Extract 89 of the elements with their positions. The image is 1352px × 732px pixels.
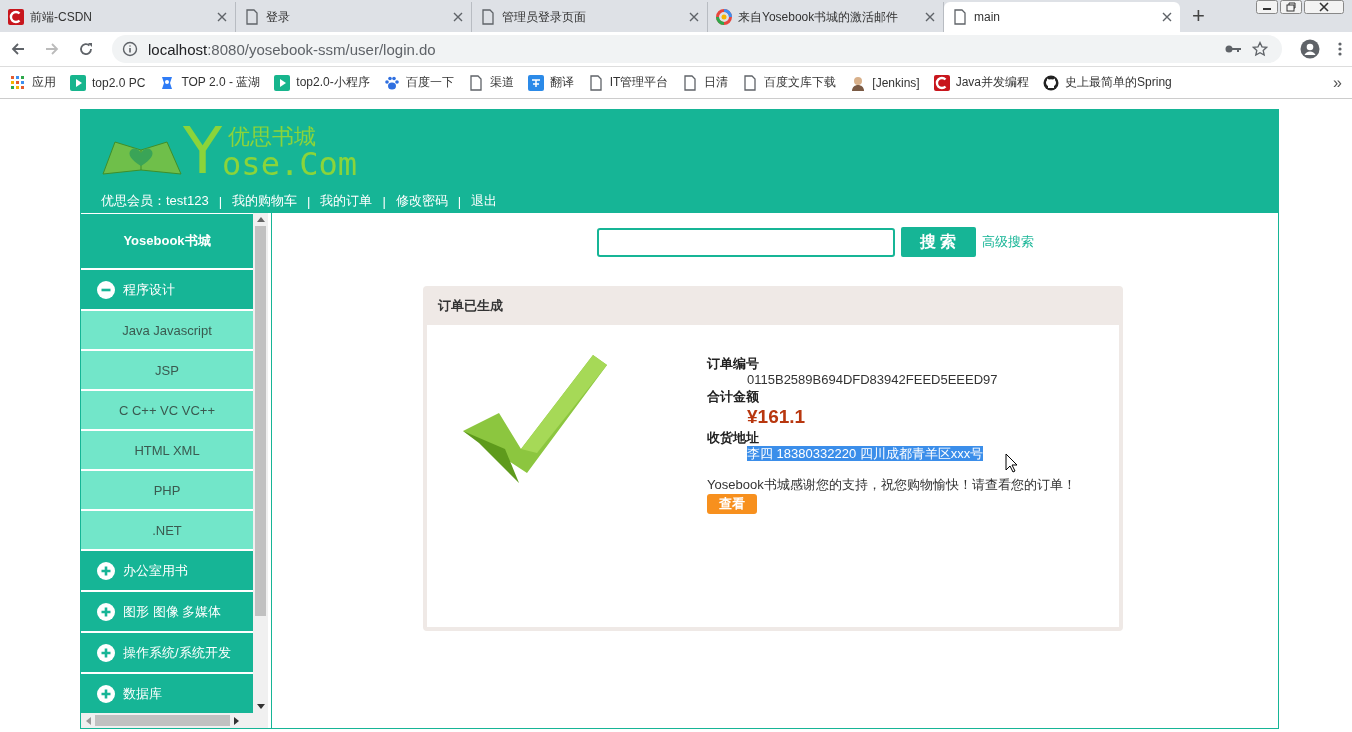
- play-icon: [70, 74, 86, 91]
- close-icon: [217, 12, 227, 22]
- plus-circle-icon: [97, 602, 115, 621]
- person-icon: [850, 74, 867, 91]
- menu-icon: [1338, 41, 1342, 57]
- bookmark[interactable]: IT管理平台: [587, 74, 669, 91]
- info-icon: [122, 41, 138, 57]
- subcategory-item[interactable]: PHP: [81, 471, 253, 509]
- bookmark[interactable]: 渠道: [467, 74, 514, 91]
- document-icon: [742, 74, 759, 91]
- vertical-scrollbar[interactable]: [253, 213, 268, 713]
- separator: |: [218, 193, 223, 209]
- document-icon: [467, 74, 484, 91]
- bookmark[interactable]: Java并发编程: [933, 74, 1030, 91]
- bookmark[interactable]: 百度一下: [383, 74, 454, 91]
- bookmark[interactable]: 应用: [10, 74, 56, 91]
- field-value: 0115B2589B694DFD83942FEED5EEED97: [746, 372, 998, 388]
- subcategory-item[interactable]: .NET: [81, 511, 253, 549]
- translate-icon: [527, 74, 544, 91]
- restore-icon: [1280, 0, 1302, 14]
- search-field[interactable]: [596, 227, 895, 257]
- subcategory-item[interactable]: C C++ VC VC++: [81, 391, 253, 429]
- minimize-icon: [1256, 0, 1278, 14]
- thank-you-message: Yosebook书城感谢您的支持，祝您购物愉快！请查看您的订单！: [707, 476, 1076, 494]
- browser-tab[interactable]: 前端-CSDN: [0, 2, 236, 32]
- separator: |: [382, 193, 386, 209]
- browser-tab[interactable]: main: [944, 2, 1180, 32]
- account-icon: [1300, 39, 1320, 59]
- bookmark[interactable]: top2.0-小程序: [274, 74, 370, 91]
- scroll-left-icon: [86, 716, 91, 725]
- plus-circle-icon: [97, 684, 115, 703]
- bookmark[interactable]: 百度文库下载: [742, 74, 837, 91]
- subcategory-item[interactable]: Java Javascript: [81, 311, 253, 349]
- separator: |: [307, 193, 311, 209]
- close-icon: [689, 12, 699, 22]
- c-logo-icon: [933, 74, 950, 91]
- c-logo-icon: [8, 9, 24, 25]
- url-text: localhost:8080/yosebook-ssm/user/login.do: [148, 40, 436, 58]
- scroll-down-icon: [256, 704, 265, 709]
- cursor-icon: [1005, 453, 1019, 473]
- document-icon: [587, 74, 604, 91]
- github-icon: [1043, 74, 1060, 91]
- close-icon: [1162, 12, 1172, 22]
- more-bookmarks-button[interactable]: »: [1333, 73, 1342, 92]
- scroll-right-icon: [234, 716, 239, 725]
- bookmark[interactable]: 史上最简单的Spring: [1043, 74, 1172, 91]
- logo-domain: ose.Com: [222, 148, 357, 180]
- subcategory-item[interactable]: JSP: [81, 351, 253, 389]
- field-label: 合计金额: [707, 388, 759, 405]
- document-icon: [480, 9, 496, 25]
- scroll-up-icon: [256, 217, 265, 222]
- total-price: ¥161.1: [746, 405, 806, 429]
- subcategory-item[interactable]: HTML XML: [81, 431, 253, 469]
- new-tab-button[interactable]: +: [1180, 2, 1217, 32]
- horizontal-scrollbar[interactable]: [81, 713, 268, 728]
- plus-circle-icon: [97, 643, 115, 662]
- field-label: 收货地址: [707, 429, 759, 446]
- bookmark[interactable]: 翻译: [527, 74, 574, 91]
- panel-heading: 订单已生成: [437, 296, 504, 315]
- browser-tab[interactable]: 登录: [236, 2, 472, 32]
- forward-icon: [44, 41, 60, 57]
- field-label: 订单编号: [707, 355, 759, 372]
- logo-name: 优思书城: [228, 126, 318, 148]
- browser-tab[interactable]: 管理员登录页面: [472, 2, 708, 32]
- colored-ring-icon: [716, 9, 732, 25]
- play-icon: [274, 74, 291, 91]
- back-icon: [10, 41, 26, 57]
- minus-circle-icon: [97, 280, 115, 299]
- member-label: 优思会员：test123: [101, 192, 209, 210]
- paw-icon: [383, 74, 400, 91]
- bookmark[interactable]: [Jenkins]: [850, 74, 920, 91]
- address-field[interactable]: localhost:8080/yosebook-ssm/user/login.do: [112, 35, 1282, 63]
- bookmark[interactable]: 日清: [682, 74, 729, 91]
- close-icon: [925, 12, 935, 22]
- bookmark[interactable]: top2.0 PC: [70, 74, 146, 91]
- sidebar-title: Yosebook书城: [81, 214, 253, 268]
- reload-icon: [78, 41, 94, 57]
- plus-circle-icon: [97, 561, 115, 580]
- bookmark[interactable]: TOP 2.0 - 蓝湖: [159, 74, 261, 91]
- apps-grid-icon: [10, 74, 26, 91]
- separator: |: [457, 193, 462, 209]
- close-icon: [1304, 0, 1344, 14]
- document-icon: [952, 9, 968, 25]
- logo-letter: Y: [183, 118, 223, 184]
- document-icon: [244, 9, 260, 25]
- document-icon: [682, 74, 699, 91]
- field-value: 李四 18380332220 四川成都青羊区xxx号: [746, 446, 984, 462]
- star-icon: [1252, 41, 1268, 57]
- close-icon: [453, 12, 463, 22]
